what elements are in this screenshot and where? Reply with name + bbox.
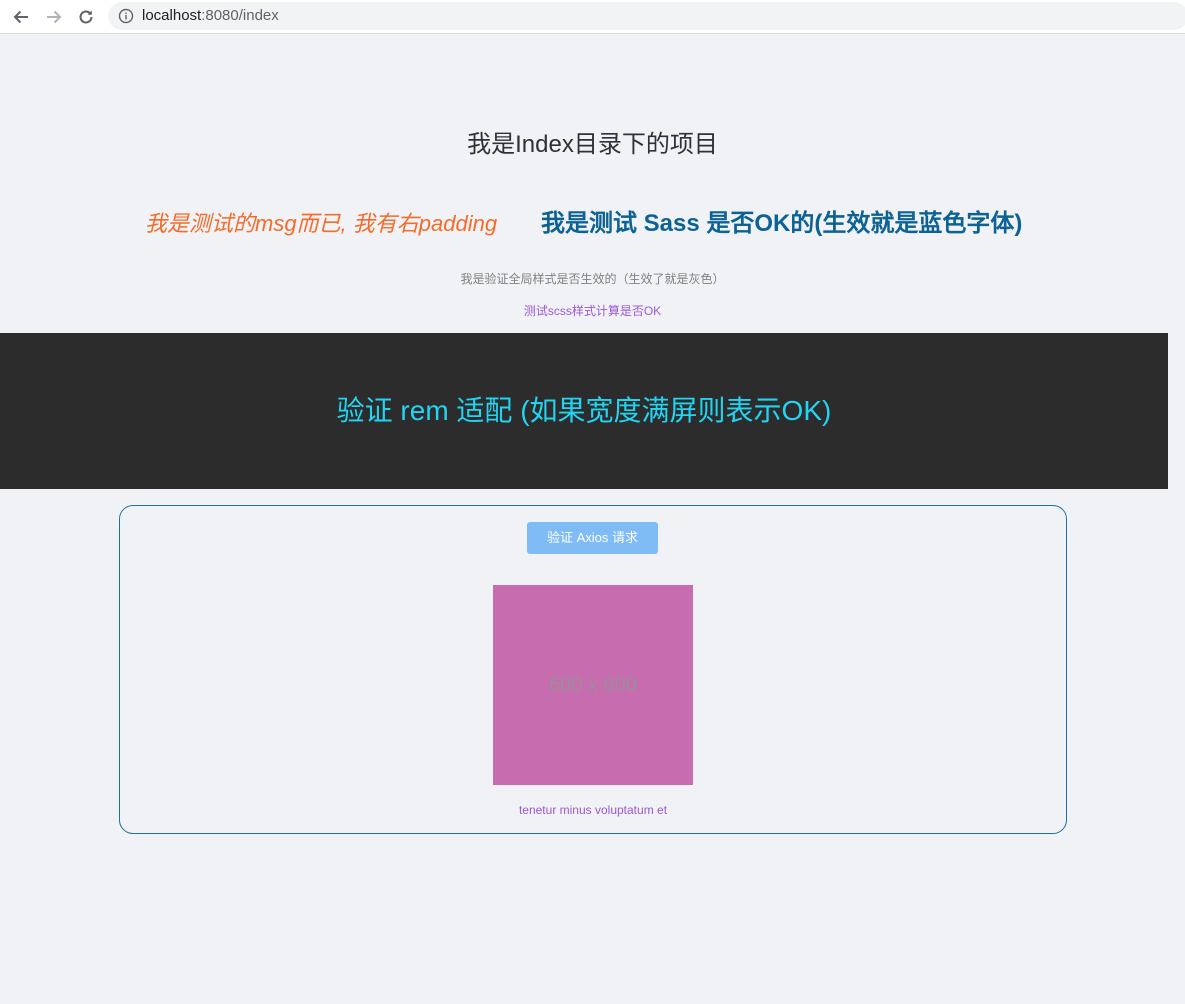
url-path: :8080/index [201,7,279,24]
card-caption: tenetur minus voluptatum et [518,803,668,817]
forward-button[interactable] [42,5,66,29]
rem-banner-text: 验证 rem 适配 (如果宽度满屏则表示OK) [336,395,832,426]
image-size-label: 600 x 600 [549,674,637,696]
reload-icon [79,10,93,24]
rem-adapt-banner: 验证 rem 适配 (如果宽度满屏则表示OK) [0,333,1168,489]
address-bar[interactable]: localhost:8080/index [108,2,1185,30]
browser-toolbar: localhost:8080/index [0,0,1185,34]
placeholder-image: 600 x 600 [493,585,693,785]
axios-card: 验证 Axios 请求 600 x 600 tenetur minus volu… [119,505,1067,834]
info-icon[interactable] [118,8,134,24]
global-style-check-text: 我是验证全局样式是否生效的（生效了就是灰色） [460,272,725,286]
sass-test-heading: 我是测试 Sass 是否OK的(生效就是蓝色字体) [541,210,1023,237]
page-title: 我是Index目录下的项目 [467,131,718,158]
back-button[interactable] [9,5,33,29]
url-text[interactable]: localhost:8080/index [142,8,279,24]
arrow-right-icon [47,10,62,24]
url-host: localhost [142,7,202,24]
axios-request-button[interactable]: 验证 Axios 请求 [527,522,658,554]
msg-italic-text: 我是测试的msg而已, 我有右padding [145,211,498,236]
arrow-left-icon [13,10,28,24]
scss-calc-check-text: 测试scss样式计算是否OK [523,304,662,318]
reload-button[interactable] [74,5,98,29]
